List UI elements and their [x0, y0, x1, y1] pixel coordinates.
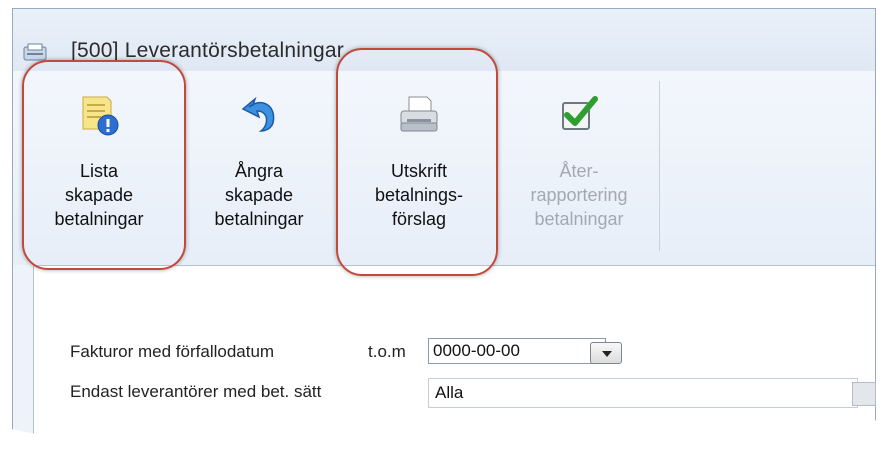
checkbox-check-icon — [557, 93, 601, 137]
title-bar: [500] Leverantörsbetalningar — [13, 9, 875, 71]
app-window: [500] Leverantörsbetalningar Lista skapa… — [12, 8, 876, 443]
due-date-label: Fakturor med förfallodatum — [70, 342, 275, 361]
ribbon-toolbar: Lista skapade betalningar Ångra skapade … — [13, 71, 875, 265]
window-title: [500] Leverantörsbetalningar — [71, 39, 344, 62]
payment-method-label: Endast leverantörer med bet. sätt — [70, 382, 322, 401]
due-date-qualifier: t.o.m — [368, 342, 406, 361]
due-date-dropdown-button[interactable] — [590, 342, 622, 364]
printer-icon — [397, 93, 441, 137]
app-window-icon — [23, 43, 47, 61]
undo-created-payments-label: Ångra skapade betalningar — [214, 161, 304, 229]
chevron-down-icon — [602, 351, 612, 357]
list-created-payments-label: Lista skapade betalningar — [54, 161, 144, 229]
list-created-payments-button[interactable]: Lista skapade betalningar — [29, 77, 169, 257]
undo-created-payments-button[interactable]: Ångra skapade betalningar — [189, 77, 329, 257]
print-payment-proposal-button[interactable]: Utskrift betalnings- förslag — [349, 77, 489, 257]
ribbon-separator — [659, 81, 660, 251]
list-info-icon — [77, 93, 121, 137]
print-payment-proposal-label: Utskrift betalnings- förslag — [374, 161, 464, 229]
return-report-payments-button[interactable]: Åter- rapportering betalningar — [509, 77, 649, 257]
form-panel: Fakturor med förfallodatum t.o.m Endast … — [33, 265, 876, 443]
undo-icon — [237, 93, 281, 137]
due-date-input[interactable] — [428, 338, 606, 364]
return-report-payments-label: Åter- rapportering betalningar — [530, 161, 628, 229]
payment-method-select[interactable] — [428, 378, 858, 408]
payment-method-dropdown-button[interactable] — [852, 382, 876, 406]
